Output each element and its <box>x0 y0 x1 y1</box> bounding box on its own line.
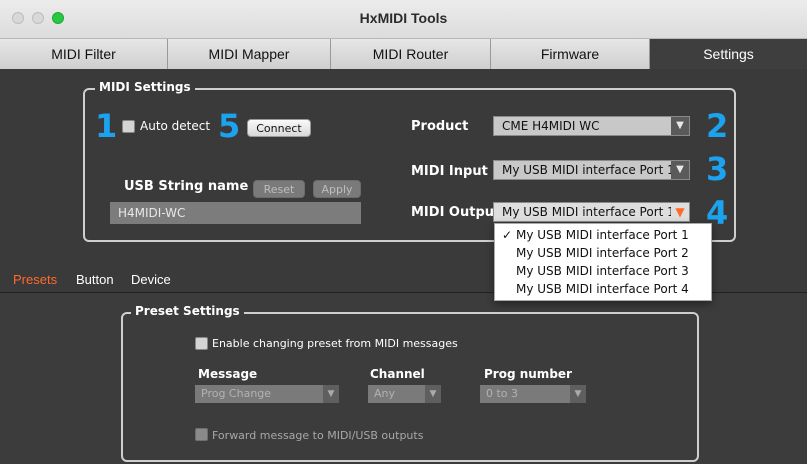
dropdown-option-label: My USB MIDI interface Port 4 <box>516 282 689 296</box>
enable-preset-change-checkbox[interactable] <box>195 337 208 350</box>
channel-value: Any <box>374 387 396 400</box>
dropdown-arrow-icon: ▼ <box>671 203 689 221</box>
prog-number-select[interactable]: 0 to 3 ▼ <box>480 385 586 403</box>
tab-midi-filter[interactable]: MIDI Filter <box>0 39 168 69</box>
dropdown-option[interactable]: My USB MIDI interface Port 3 <box>495 262 711 280</box>
dropdown-option-label: My USB MIDI interface Port 3 <box>516 264 689 278</box>
channel-label: Channel <box>370 367 425 381</box>
preset-settings-title: Preset Settings <box>131 304 244 318</box>
midi-output-label: MIDI Output <box>411 205 501 220</box>
dropdown-arrow-icon: ▼ <box>323 385 339 403</box>
auto-detect-checkbox[interactable] <box>122 120 135 133</box>
midi-input-select[interactable]: My USB MIDI interface Port 1 ▼ <box>493 160 690 180</box>
midi-output-value: My USB MIDI interface Port 1 <box>502 205 675 219</box>
forward-message-label: Forward message to MIDI/USB outputs <box>212 429 424 442</box>
apply-button[interactable]: Apply <box>313 180 361 198</box>
connect-button[interactable]: Connect <box>247 119 311 137</box>
prog-number-label: Prog number <box>484 367 572 381</box>
marker-1: 1 <box>95 107 118 145</box>
tab-presets[interactable]: Presets <box>13 272 57 287</box>
usb-string-field[interactable]: H4MIDI-WC <box>110 202 361 224</box>
tab-midi-mapper[interactable]: MIDI Mapper <box>168 39 331 69</box>
midi-output-dropdown-menu: ✓ My USB MIDI interface Port 1 My USB MI… <box>494 223 712 301</box>
tab-firmware[interactable]: Firmware <box>491 39 650 69</box>
product-label: Product <box>411 119 469 134</box>
reset-button[interactable]: Reset <box>253 180 305 198</box>
channel-select[interactable]: Any ▼ <box>368 385 441 403</box>
product-value: CME H4MIDI WC <box>502 119 600 133</box>
prog-number-value: 0 to 3 <box>486 387 519 400</box>
tab-midi-router[interactable]: MIDI Router <box>331 39 491 69</box>
dropdown-option[interactable]: My USB MIDI interface Port 4 <box>495 280 711 298</box>
forward-message-checkbox[interactable] <box>195 428 208 441</box>
dropdown-arrow-icon: ▼ <box>671 117 689 135</box>
message-value: Prog Change <box>201 387 272 400</box>
checkmark-icon: ✓ <box>502 228 513 242</box>
dropdown-option[interactable]: My USB MIDI interface Port 2 <box>495 244 711 262</box>
midi-output-select[interactable]: My USB MIDI interface Port 1 ▼ <box>493 202 690 222</box>
product-select[interactable]: CME H4MIDI WC ▼ <box>493 116 690 136</box>
tab-button[interactable]: Button <box>76 272 114 287</box>
usb-string-label: USB String name <box>124 179 249 194</box>
tab-settings[interactable]: Settings <box>650 39 807 69</box>
dropdown-arrow-icon: ▼ <box>570 385 586 403</box>
dropdown-option[interactable]: ✓ My USB MIDI interface Port 1 <box>495 226 711 244</box>
message-select[interactable]: Prog Change ▼ <box>195 385 339 403</box>
window-title: HxMIDI Tools <box>359 10 448 26</box>
tab-device[interactable]: Device <box>131 272 171 287</box>
main-tab-bar: MIDI Filter MIDI Mapper MIDI Router Firm… <box>0 39 807 69</box>
dropdown-option-label: My USB MIDI interface Port 2 <box>516 246 689 260</box>
midi-settings-title: MIDI Settings <box>95 80 195 94</box>
dropdown-option-label: My USB MIDI interface Port 1 <box>516 228 689 242</box>
marker-2: 2 <box>706 107 729 145</box>
enable-preset-change-label: Enable changing preset from MIDI message… <box>212 337 458 350</box>
marker-3: 3 <box>706 150 729 188</box>
dropdown-arrow-icon: ▼ <box>425 385 441 403</box>
auto-detect-label: Auto detect <box>140 119 211 133</box>
marker-5: 5 <box>218 107 241 145</box>
title-bar: HxMIDI Tools <box>0 0 807 39</box>
midi-input-label: MIDI Input <box>411 164 488 179</box>
message-label: Message <box>198 367 258 381</box>
midi-input-value: My USB MIDI interface Port 1 <box>502 163 675 177</box>
dropdown-arrow-icon: ▼ <box>671 161 689 179</box>
